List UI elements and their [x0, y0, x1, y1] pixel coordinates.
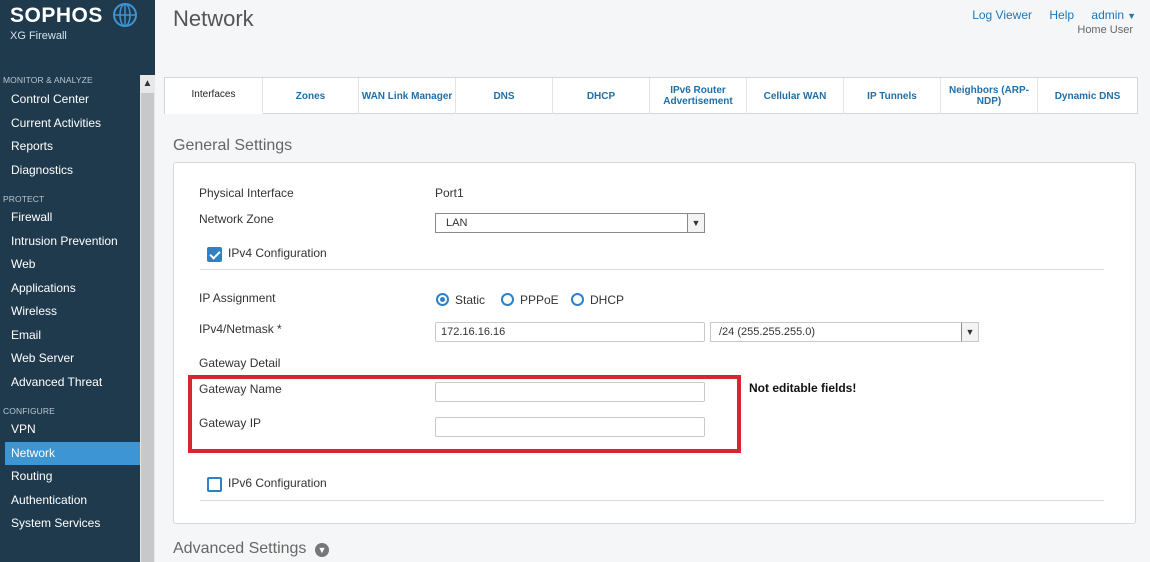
page-title: Network	[173, 6, 254, 31]
sidebar-item-email[interactable]: Email	[0, 324, 140, 348]
sidebar-item-firewall[interactable]: Firewall	[0, 206, 140, 230]
ipv6-config-label: IPv6 Configuration	[228, 476, 327, 490]
sidebar-item-wireless[interactable]: Wireless	[0, 300, 140, 324]
sidebar-item-current-activities[interactable]: Current Activities	[0, 112, 140, 136]
tab-cellular-wan[interactable]: Cellular WAN	[747, 78, 844, 114]
gateway-detail-label: Gateway Detail	[199, 356, 281, 370]
sidebar-item-diagnostics[interactable]: Diagnostics	[0, 159, 140, 183]
chevron-down-icon[interactable]: ▼	[315, 543, 329, 557]
tab-bar: Interfaces Zones WAN Link Manager DNS DH…	[164, 77, 1138, 114]
tab-wan-link-manager[interactable]: WAN Link Manager	[359, 78, 456, 114]
tab-dynamic-dns[interactable]: Dynamic DNS	[1038, 78, 1137, 114]
physical-interface-value: Port1	[435, 186, 464, 200]
tab-neighbors[interactable]: Neighbors (ARP-NDP)	[941, 78, 1038, 114]
netmask-select[interactable]: /24 (255.255.255.0) ▼	[710, 322, 979, 342]
tab-interfaces[interactable]: Interfaces	[165, 78, 263, 114]
sidebar-item-vpn[interactable]: VPN	[0, 418, 140, 442]
sidebar-item-applications[interactable]: Applications	[0, 277, 140, 301]
tab-dhcp[interactable]: DHCP	[553, 78, 650, 114]
dropdown-arrow-icon[interactable]: ▼	[961, 323, 978, 341]
sidebar-item-intrusion-prevention[interactable]: Intrusion Prevention	[0, 230, 140, 254]
dropdown-arrow-icon[interactable]: ▼	[687, 214, 704, 232]
advanced-settings-title[interactable]: Advanced Settings	[173, 540, 306, 558]
tab-dns[interactable]: DNS	[456, 78, 553, 114]
divider	[200, 269, 1104, 270]
user-role: Home User	[1077, 24, 1133, 36]
ipv4-config-checkbox[interactable]	[207, 247, 222, 262]
sidebar-item-reports[interactable]: Reports	[0, 135, 140, 159]
general-settings-title: General Settings	[173, 137, 293, 154]
physical-interface-label: Physical Interface	[199, 186, 294, 200]
admin-menu[interactable]: admin ▼	[1091, 8, 1136, 22]
ipv4-netmask-label: IPv4/Netmask *	[199, 322, 282, 336]
scroll-thumb[interactable]	[141, 93, 154, 562]
dhcp-radio[interactable]	[571, 293, 584, 306]
header-links: Log Viewer Help admin ▼	[958, 8, 1136, 22]
brand-name: SOPHOS	[10, 4, 103, 27]
annotation-highlight-box	[188, 375, 741, 453]
sidebar-item-network[interactable]: Network	[5, 441, 140, 465]
sidebar-scrollbar[interactable]: ▲	[140, 75, 155, 562]
sidebar-item-control-center[interactable]: Control Center	[0, 88, 140, 112]
pppoe-radio[interactable]	[501, 293, 514, 306]
divider	[200, 500, 1104, 501]
log-viewer-link[interactable]: Log Viewer	[972, 8, 1032, 22]
ipv6-config-checkbox[interactable]	[207, 477, 222, 492]
dhcp-radio-label: DHCP	[590, 293, 625, 307]
ipv4-config-label: IPv4 Configuration	[228, 246, 327, 260]
sidebar-item-web[interactable]: Web	[0, 253, 140, 277]
admin-label: admin	[1091, 8, 1125, 22]
sidebar-item-routing[interactable]: Routing	[0, 465, 140, 489]
sidebar-item-authentication[interactable]: Authentication	[0, 489, 140, 513]
product-name: XG Firewall	[10, 30, 67, 42]
sidebar-nav: MONITOR & ANALYZE Control Center Current…	[0, 72, 140, 536]
help-link[interactable]: Help	[1049, 8, 1074, 22]
sidebar-item-web-server[interactable]: Web Server	[0, 347, 140, 371]
netmask-value: /24 (255.255.255.0)	[719, 326, 816, 338]
logo: SOPHOS XG Firewall	[10, 4, 103, 42]
tab-zones[interactable]: Zones	[263, 78, 359, 114]
static-radio[interactable]	[436, 293, 449, 306]
sidebar-item-system-services[interactable]: System Services	[0, 512, 140, 536]
network-zone-value: LAN	[446, 217, 468, 229]
network-zone-select[interactable]: LAN ▼	[435, 213, 705, 233]
nav-section-configure: CONFIGURE	[3, 406, 55, 416]
network-zone-label: Network Zone	[199, 212, 274, 226]
annotation-text: Not editable fields!	[749, 381, 857, 395]
globe-icon	[113, 3, 137, 27]
chevron-down-icon: ▼	[1127, 11, 1136, 21]
sidebar-item-advanced-threat[interactable]: Advanced Threat	[0, 371, 140, 395]
nav-section-monitor: MONITOR & ANALYZE	[3, 75, 93, 85]
tab-ipv6-router-advertisement[interactable]: IPv6 Router Advertisement	[650, 78, 747, 114]
tab-ip-tunnels[interactable]: IP Tunnels	[844, 78, 941, 114]
scroll-up-icon[interactable]: ▲	[142, 79, 153, 89]
ipv4-address-input[interactable]: 172.16.16.16	[435, 322, 705, 342]
ip-assignment-label: IP Assignment	[199, 291, 276, 305]
static-radio-label: Static	[455, 293, 486, 307]
nav-section-protect: PROTECT	[3, 194, 45, 204]
pppoe-radio-label: PPPoE	[520, 293, 559, 307]
sidebar: SOPHOS XG Firewall MONITOR & ANALYZE Con…	[0, 0, 155, 562]
